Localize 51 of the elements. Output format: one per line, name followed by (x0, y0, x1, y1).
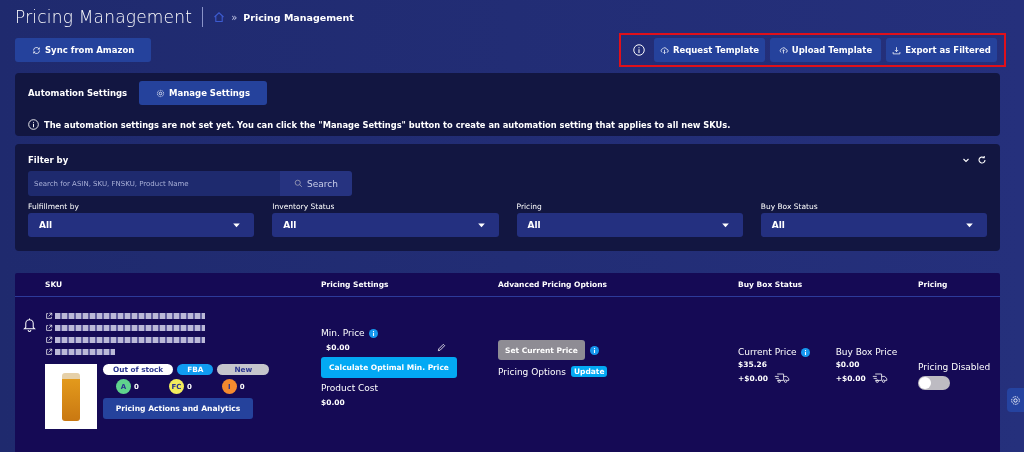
caret-icon (720, 222, 730, 228)
external-link-icon[interactable] (45, 324, 53, 332)
download-icon (892, 45, 902, 55)
pricing-status-label: Pricing Disabled (918, 362, 992, 372)
cloud-download-icon (659, 45, 669, 55)
refresh-icon[interactable] (977, 155, 987, 165)
truck-icon (774, 372, 790, 384)
caret-icon (232, 222, 242, 228)
external-link-icon[interactable] (45, 312, 53, 320)
dropdown[interactable]: All (28, 213, 255, 237)
gear-icon (1010, 394, 1021, 406)
caret-icon (476, 222, 486, 228)
search-icon (294, 179, 304, 188)
pricing-options-label: Pricing Options (498, 366, 566, 377)
pricing-toggle[interactable] (918, 376, 950, 390)
action-button[interactable]: Request Template (654, 38, 765, 62)
gear-icon (156, 88, 166, 98)
dropdown[interactable]: All (760, 213, 987, 237)
info-icon[interactable] (368, 328, 378, 338)
breadcrumb-separator: » (231, 11, 238, 23)
dropdown[interactable]: All (516, 213, 743, 237)
search-button[interactable]: Search (280, 171, 352, 196)
product-photo-placeholder (45, 364, 97, 429)
sync-button[interactable]: Sync from Amazon (15, 38, 152, 62)
refresh-icon (32, 45, 41, 55)
manage-settings-button[interactable]: Manage Settings (139, 81, 267, 105)
min-price-label: Min. Price (321, 328, 365, 338)
dropdown[interactable]: All (272, 213, 499, 237)
automation-label: Automation Settings (28, 88, 128, 98)
action-button[interactable]: Upload Template (770, 38, 881, 62)
page-title: Pricing Management (15, 7, 193, 27)
action-button[interactable]: Export as Filtered (886, 38, 997, 62)
settings-side-tab[interactable] (1007, 388, 1024, 412)
external-link-icon[interactable] (45, 336, 53, 344)
cloud-upload-icon (778, 45, 788, 55)
filter-title: Filter by (28, 155, 69, 165)
info-icon[interactable] (589, 345, 599, 355)
buy-box-price-label: Buy Box Price (835, 347, 898, 357)
current-price-label: Current Price (738, 347, 797, 357)
info-icon[interactable] (800, 347, 810, 357)
caret-icon (965, 222, 974, 228)
bell-icon[interactable] (23, 317, 36, 332)
info-icon[interactable] (633, 44, 645, 56)
truck-icon (871, 372, 888, 384)
redacted-text (55, 349, 115, 355)
product-cost-label: Product Cost (321, 383, 379, 393)
breadcrumb-item[interactable]: Pricing Management (243, 11, 354, 23)
pencil-icon[interactable] (437, 343, 446, 352)
notice-text: The automation settings are not set yet. You can click the "Manage Settings" button to create an automation setting that applies to all new SKUs. (44, 119, 731, 130)
info-icon (28, 119, 39, 130)
external-link-icon[interactable] (45, 348, 53, 356)
